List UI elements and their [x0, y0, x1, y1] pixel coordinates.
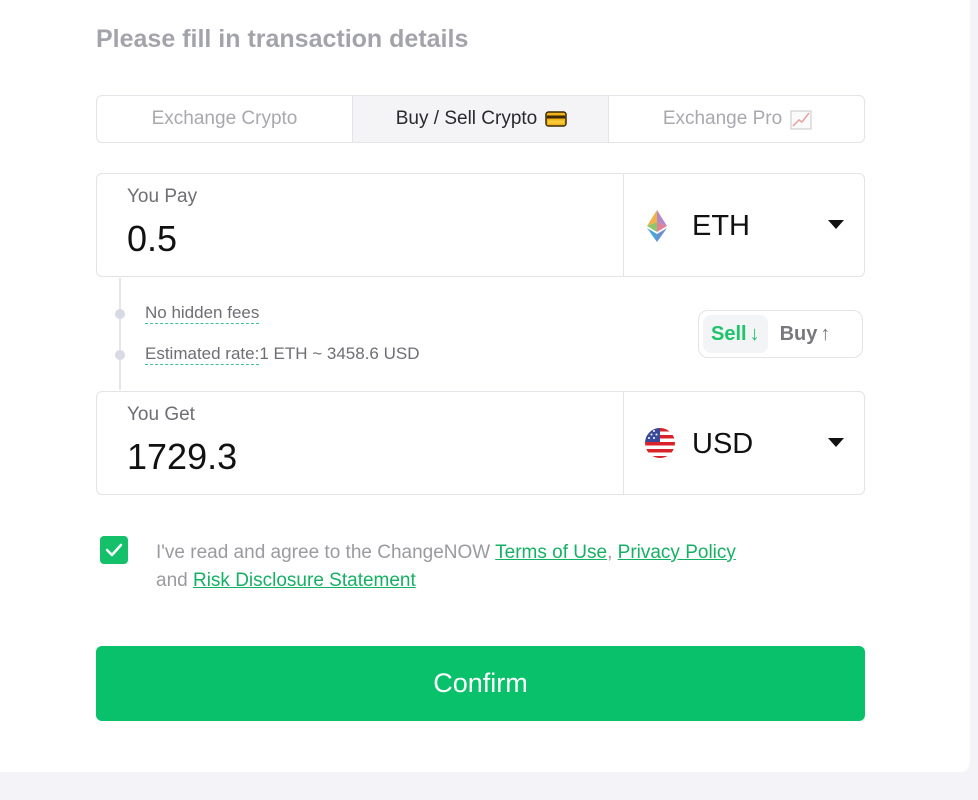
us-flag-icon [644, 427, 675, 459]
checkmark-icon [105, 543, 123, 557]
you-get-amount-input[interactable] [127, 436, 587, 478]
agreement-text: I've read and agree to the ChangeNOW Ter… [156, 542, 736, 591]
credit-card-icon [545, 110, 567, 128]
you-get-amount-area: You Get [97, 392, 624, 494]
timeline-line [119, 278, 121, 390]
estimated-rate-value: 1 ETH ~ 3458.6 USD [259, 344, 420, 363]
timeline-dot [115, 350, 125, 360]
pay-currency-code: ETH [692, 210, 750, 242]
get-currency-select[interactable]: USD [624, 392, 864, 494]
no-hidden-fees[interactable]: No hidden fees [145, 303, 260, 324]
tab-label: Exchange Crypto [151, 108, 298, 129]
pay-currency-select[interactable]: ETH [624, 174, 864, 276]
estimated-rate: Estimated rate:1 ETH ~ 3458.6 USD [145, 344, 420, 365]
you-get-field: You Get 1729.3 USD [96, 391, 865, 495]
privacy-policy-link[interactable]: Privacy Policy [618, 542, 736, 563]
estimated-rate-label[interactable]: Estimated rate: [145, 344, 260, 365]
timeline-dot [115, 309, 125, 319]
transaction-card: Please fill in transaction details Excha… [0, 0, 970, 772]
exchange-tabs: Exchange Crypto Buy / Sell Crypto Exchan… [96, 95, 865, 143]
sell-buy-toggle: Sell ↓ Buy ↑ [698, 310, 863, 358]
you-pay-field: You Pay ETH [96, 173, 865, 277]
tab-label: Exchange Pro [662, 108, 783, 129]
sell-option[interactable]: Sell ↓ [703, 315, 768, 353]
risk-disclosure-link[interactable]: Risk Disclosure Statement [193, 570, 416, 591]
buy-option[interactable]: Buy ↑ [772, 315, 839, 353]
chart-increasing-icon [790, 110, 812, 130]
you-pay-label: You Pay [127, 186, 198, 207]
arrow-down-icon: ↓ [749, 322, 760, 345]
tab-buy-sell-crypto[interactable]: Buy / Sell Crypto [353, 96, 609, 142]
you-get-label: You Get [127, 404, 195, 425]
page-title: Please fill in transaction details [96, 25, 469, 53]
you-pay-amount-input[interactable] [127, 218, 587, 260]
chevron-down-icon [828, 438, 844, 447]
agree-checkbox[interactable] [100, 536, 128, 564]
confirm-button[interactable]: Confirm [96, 646, 865, 721]
get-currency-code: USD [692, 428, 754, 460]
you-pay-amount-area: You Pay [97, 174, 624, 276]
tab-exchange-crypto[interactable]: Exchange Crypto [97, 96, 353, 142]
terms-of-use-link[interactable]: Terms of Use [495, 542, 607, 563]
tab-exchange-pro[interactable]: Exchange Pro [609, 96, 864, 142]
tab-label: Buy / Sell Crypto [395, 108, 538, 129]
arrow-up-icon: ↑ [820, 322, 831, 345]
chevron-down-icon [828, 220, 844, 229]
ethereum-icon [644, 209, 674, 242]
